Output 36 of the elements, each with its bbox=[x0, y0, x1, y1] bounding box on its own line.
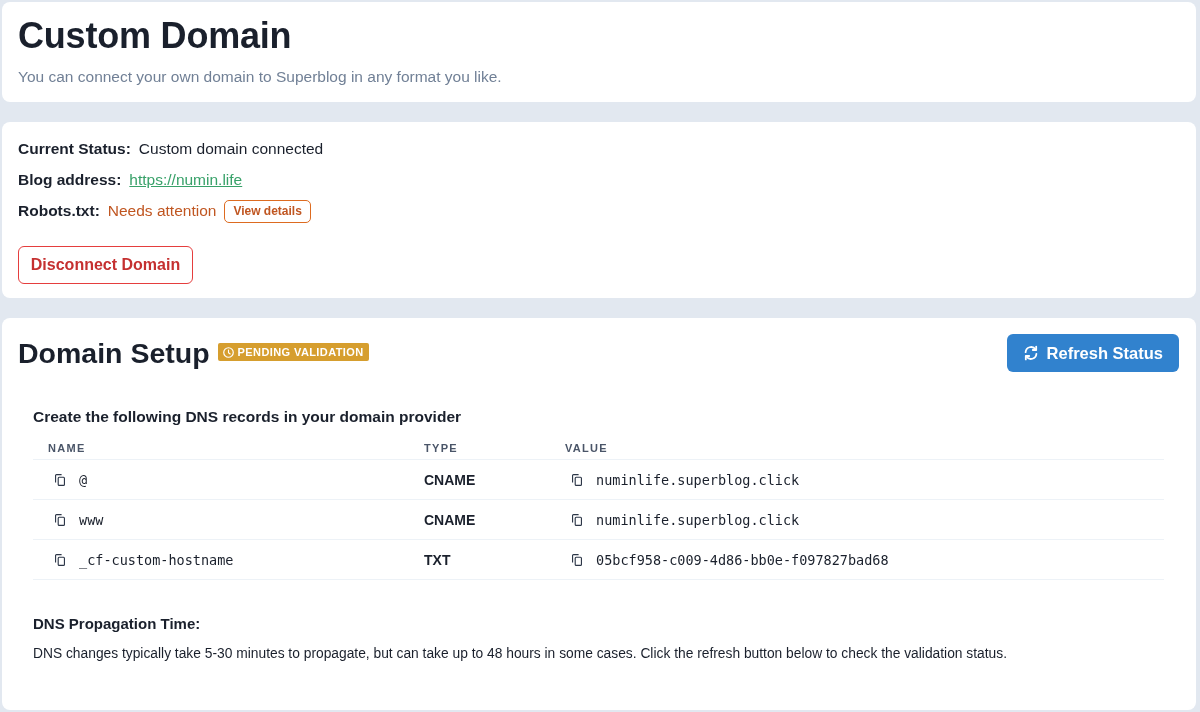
note-title: DNS Propagation Time: bbox=[33, 614, 202, 634]
warning-status: Needs attention bbox=[107, 202, 217, 220]
column-header: NAME bbox=[33, 436, 409, 460]
copy-icon[interactable] bbox=[55, 513, 65, 526]
copy-icon[interactable] bbox=[55, 473, 65, 486]
record-name: www bbox=[79, 511, 104, 528]
record-name: @ bbox=[79, 471, 88, 488]
instructions-text: Create the following DNS records in your domain provider bbox=[33, 407, 463, 427]
record-name: _cf-custom-hostname bbox=[79, 551, 234, 568]
disconnect-button[interactable]: Disconnect Domain bbox=[18, 246, 193, 284]
status-label: Blog address: bbox=[18, 171, 122, 189]
refresh-button[interactable]: Refresh Status bbox=[1006, 334, 1179, 372]
record-value: numinlife.superblog.click bbox=[596, 511, 800, 528]
copy-icon[interactable] bbox=[55, 553, 65, 566]
copy-icon[interactable] bbox=[572, 513, 582, 526]
copy-icon[interactable] bbox=[572, 553, 582, 566]
blog-address-link[interactable]: https://numin.life bbox=[129, 171, 243, 189]
section-title: Domain Setup bbox=[18, 336, 210, 371]
record-value: 05bcf958-c009-4d86-bb0e-f097827bad68 bbox=[596, 551, 889, 568]
pending-badge: PENDING VALIDATION bbox=[217, 343, 369, 361]
status-label: Current Status: bbox=[18, 140, 131, 158]
clock-icon bbox=[222, 346, 234, 358]
copy-icon[interactable] bbox=[572, 473, 582, 486]
record-value: numinlife.superblog.click bbox=[596, 471, 800, 488]
record-type: CNAME bbox=[424, 471, 476, 488]
column-header: TYPE bbox=[409, 436, 550, 460]
column-header: VALUE bbox=[550, 436, 1164, 460]
record-type: TXT bbox=[424, 551, 451, 568]
status-value: Custom domain connected bbox=[138, 140, 324, 158]
record-type: CNAME bbox=[424, 511, 476, 528]
refresh-icon bbox=[1022, 345, 1039, 361]
page-title: Custom Domain bbox=[18, 14, 293, 58]
page-subtitle: You can connect your own domain to Superblog in any format you like. bbox=[18, 67, 503, 87]
status-label: Robots.txt: bbox=[18, 202, 100, 220]
view-details-button[interactable]: View details bbox=[224, 199, 311, 223]
note-text: DNS changes typically take 5-30 minutes to propagate, but can take up to 48 hours in some cases. Click the refresh button below to check the validation status. bbox=[33, 645, 1008, 663]
